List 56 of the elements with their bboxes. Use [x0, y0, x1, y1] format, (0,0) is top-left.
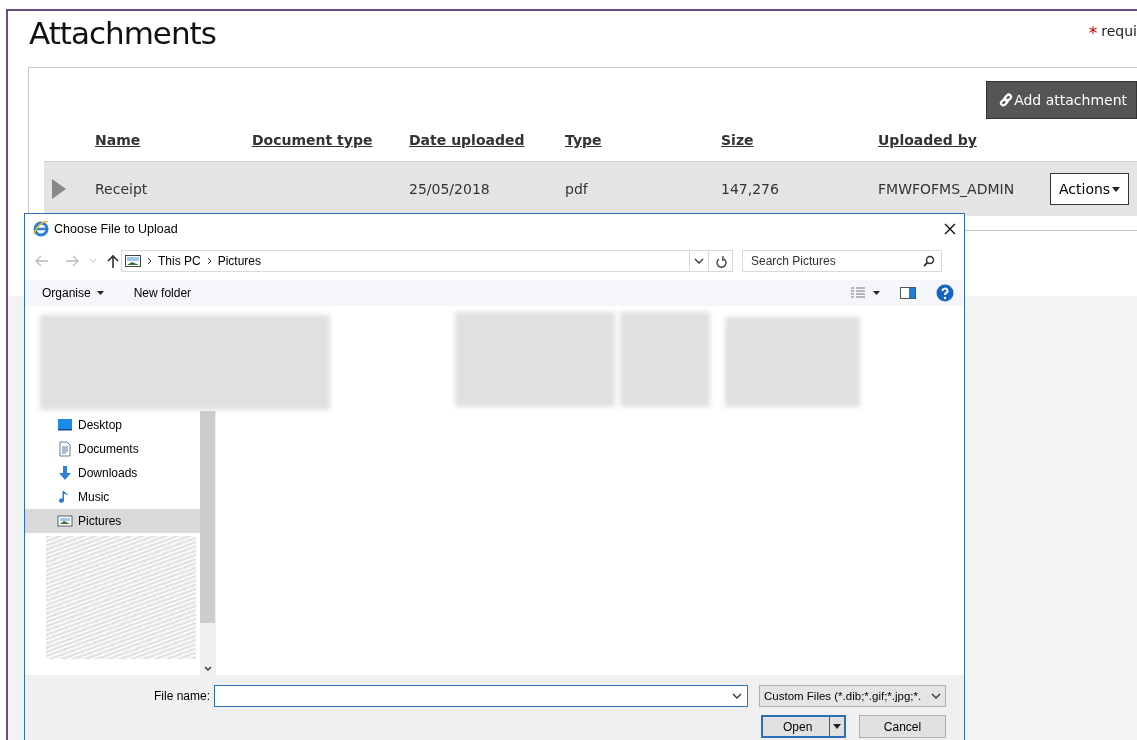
file-name-cell: Receipt	[95, 181, 148, 197]
uploader-cell: FMWFOFMS_ADMIN	[878, 181, 1015, 197]
up-arrow-icon[interactable]	[107, 254, 119, 268]
required-note: requi	[1101, 23, 1137, 41]
page-title: Attachments	[29, 15, 216, 51]
caret-icon	[833, 724, 841, 729]
scrollbar-thumb[interactable]	[200, 411, 215, 623]
column-header[interactable]: Type	[565, 132, 602, 148]
link-icon	[999, 93, 1014, 107]
breadcrumb-item[interactable]: This PC	[158, 254, 201, 268]
required-asterisk: *	[1088, 23, 1098, 43]
desktop-icon	[57, 417, 73, 433]
column-header[interactable]: Document type	[252, 132, 373, 148]
dialog-title: Choose File to Upload	[54, 222, 179, 236]
add-attachment-button[interactable]: Add attachment	[986, 81, 1137, 119]
type-cell: pdf	[565, 181, 588, 197]
nav-pane-item[interactable]: Pictures	[25, 509, 200, 533]
chevron-down-icon	[931, 693, 941, 699]
field-label: File name:	[152, 689, 211, 703]
chevron-right-icon	[147, 257, 152, 265]
chevron-down-icon[interactable]	[732, 693, 742, 699]
nav-pane-item[interactable]: Music	[25, 485, 200, 509]
toolbar-button[interactable]: New folder	[133, 286, 192, 300]
breadcrumb-item[interactable]: Pictures	[217, 254, 262, 268]
file-type-dropdown[interactable]: Custom Files (*.dib;*.gif;*.jpg;*.	[759, 685, 946, 707]
documents-icon	[57, 441, 73, 457]
column-header[interactable]: Date uploaded	[409, 132, 525, 148]
cancel-button[interactable]: Cancel	[859, 715, 946, 738]
pictures-folder-icon	[125, 255, 141, 267]
search-field[interactable]: Search Pictures	[742, 250, 942, 272]
pictures-icon	[57, 513, 73, 529]
chevron-down-icon[interactable]	[203, 666, 212, 672]
help-icon[interactable]	[936, 284, 954, 302]
nav-pane-item[interactable]: Desktop	[25, 413, 200, 437]
caret-icon	[1112, 186, 1121, 192]
preview-pane-icon[interactable]	[900, 287, 916, 299]
column-header[interactable]: Name	[95, 132, 141, 148]
toolbar-menu[interactable]: Organise	[42, 286, 104, 300]
chevron-right-icon	[206, 257, 212, 265]
close-icon[interactable]	[944, 223, 956, 235]
downloads-icon	[57, 465, 73, 481]
nav-pane-item[interactable]: Downloads	[25, 461, 200, 485]
column-header[interactable]: Size	[721, 132, 754, 148]
expand-triangle-icon[interactable]	[52, 179, 66, 199]
search-icon	[923, 255, 935, 267]
nav-pane-item[interactable]: Documents	[25, 437, 200, 461]
refresh-icon[interactable]	[714, 254, 727, 268]
chevron-down-icon[interactable]	[694, 258, 704, 264]
open-button[interactable]: Open	[761, 715, 846, 738]
browser-logo-icon	[33, 221, 49, 237]
actions-button[interactable]: Actions	[1050, 173, 1130, 205]
size-cell: 147,276	[721, 181, 779, 197]
address-bar[interactable]: This PC Pictures	[121, 250, 709, 272]
file-name-field[interactable]	[214, 685, 748, 707]
date-cell: 25/05/2018	[409, 181, 490, 197]
column-header[interactable]: Uploaded by	[878, 132, 977, 148]
